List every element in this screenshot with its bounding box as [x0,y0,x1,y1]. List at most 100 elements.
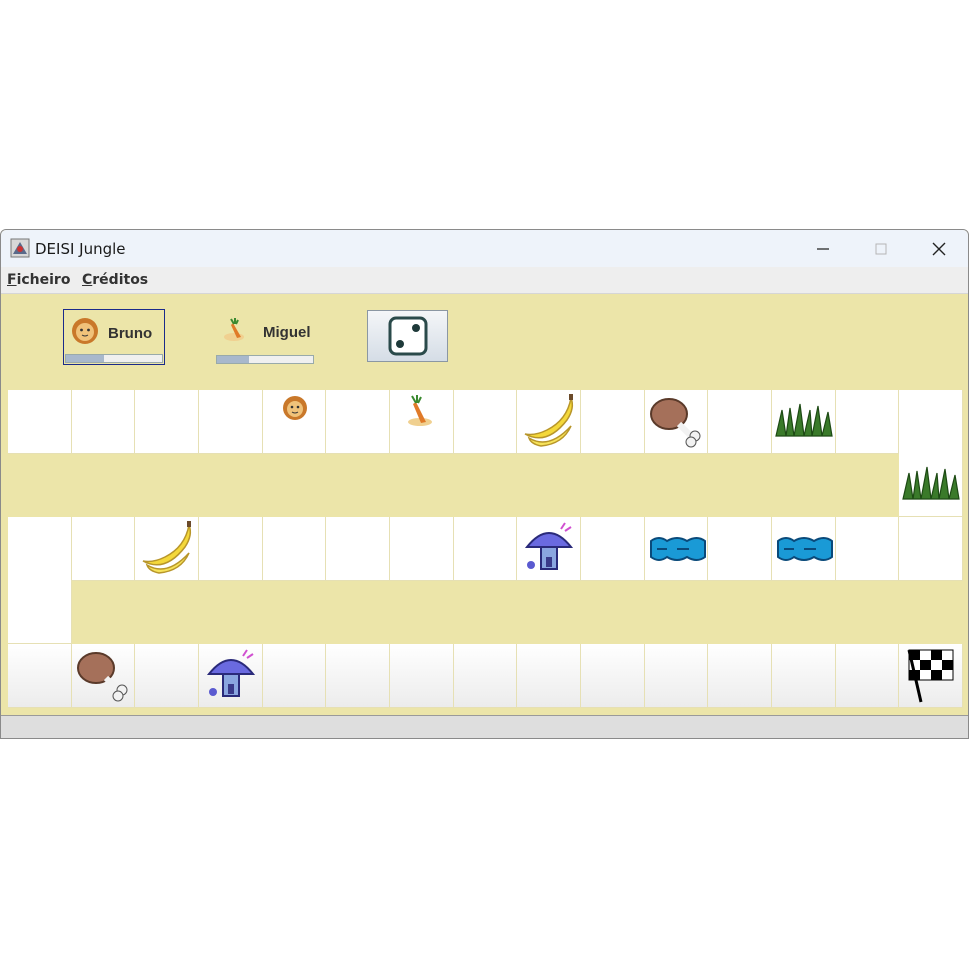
board-cell [326,453,390,517]
mushroom-icon [206,649,256,697]
board-cell [72,580,136,644]
board-cell [199,517,263,581]
board-cell [899,644,964,708]
board-cell [135,453,199,517]
maximize-icon [875,243,887,254]
board-row [8,517,964,581]
minimize-icon [817,247,829,250]
board-cell [390,580,454,644]
lion-token-icon [282,396,307,420]
energy-bar [65,354,163,363]
board-cell [899,517,964,581]
menu-ficheiro[interactable]: Ficheiro [7,272,70,288]
board-cell [71,644,136,708]
board-cell [835,390,900,454]
board-cell [262,644,327,708]
board-cell [72,453,136,517]
board-cell [454,580,518,644]
board-cell [645,580,709,644]
menu-bar: Ficheiro Créditos [1,267,968,294]
board-cell [263,453,327,517]
banana-icon [142,521,192,574]
board-cell [772,390,836,454]
board-cell [517,517,582,581]
board-cell [262,390,327,454]
board-cell [8,453,72,517]
board-cell [8,517,72,581]
board-cell [199,580,263,644]
board-cell [326,644,391,708]
board-cell [708,644,773,708]
board-cell [8,390,72,454]
board-cell [581,453,645,517]
board-cell [772,644,836,708]
board-cell [390,517,454,581]
board-row [8,390,964,454]
board-cell [135,390,200,454]
board-cell [135,517,200,581]
board-cell [71,517,136,581]
game-window: DEISI Jungle Ficheiro Créditos Bruno Mig… [0,229,969,739]
energy-bar [216,355,314,364]
title-bar: DEISI Jungle [1,230,968,267]
board-cell [899,580,963,644]
board-cell [645,453,709,517]
minimize-button[interactable] [794,230,852,267]
lion-icon [72,318,98,344]
board-cell [71,390,136,454]
board-cell [263,580,327,644]
board-cell [517,390,582,454]
board-cell [899,390,964,454]
board-row [8,644,964,708]
board-cell [708,580,772,644]
board-cell [326,580,390,644]
finish-flag-icon [907,649,954,703]
board-cell [835,644,900,708]
player-card-bruno[interactable]: Bruno [63,309,165,365]
bird-token-icon [408,395,433,426]
board-cell [772,517,836,581]
board-cell [135,580,199,644]
roll-dice-button[interactable] [367,310,448,362]
board-cell [644,517,709,581]
board-cell [199,453,263,517]
grass-icon [775,403,833,437]
board-row [8,580,963,644]
board-cell [453,517,518,581]
board-cell [453,390,518,454]
board-cell [836,453,900,517]
player-card-miguel[interactable]: Miguel [215,309,317,365]
player-name: Bruno [108,325,153,342]
board-cell [772,580,836,644]
java-app-icon [10,238,30,258]
board-cell [835,517,900,581]
window-title: DEISI Jungle [35,240,126,258]
board-cell [708,453,772,517]
close-button[interactable] [910,230,968,267]
board-cell [390,644,454,708]
energy-bar-fill [66,355,105,362]
board-cell [772,453,836,517]
board-cell [135,644,200,708]
menu-creditos[interactable]: Créditos [82,272,148,288]
board-cell [517,580,581,644]
board-cell [581,580,645,644]
board-cell [644,644,709,708]
board-cell [199,390,263,454]
player-name: Miguel [263,324,311,341]
board-cell [326,390,391,454]
maximize-button[interactable] [852,230,910,267]
grass-icon [902,466,961,500]
water-icon [777,537,834,561]
board-cell [581,644,645,708]
board-cell [390,390,454,454]
board-cell [581,390,645,454]
energy-bar-fill [217,356,249,363]
close-icon [932,242,946,255]
status-bar [1,715,968,738]
board-cell [581,517,645,581]
board-cell [644,390,709,454]
board-cell [708,517,773,581]
board-row [8,453,964,517]
board-cell [899,453,964,517]
